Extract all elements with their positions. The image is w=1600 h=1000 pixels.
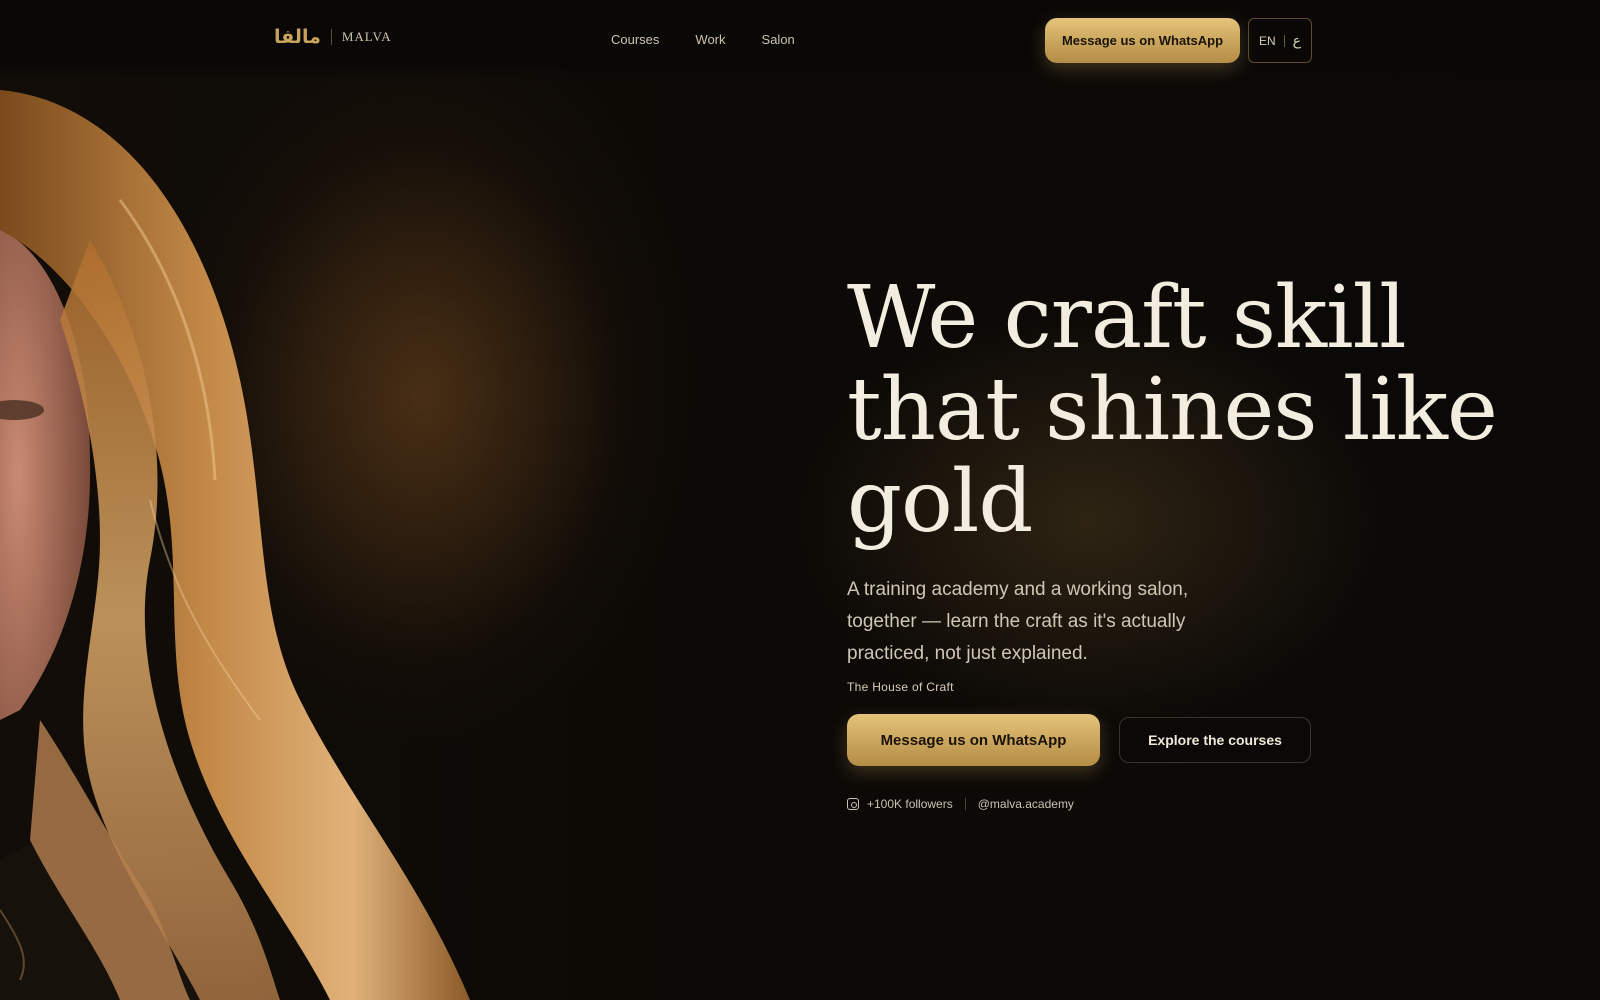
headline-line-2: that shines like <box>847 360 1498 460</box>
social-separator <box>964 798 966 810</box>
instagram-icon[interactable] <box>847 798 859 810</box>
main-nav: Courses Work Salon <box>611 32 795 47</box>
social-proof: +100K followers @malva.academy <box>847 797 1074 811</box>
hero-content: We craft skill that shines like gold A t… <box>847 272 1567 694</box>
headline-line-1: We craft skill <box>847 268 1407 368</box>
lang-en-option[interactable]: EN <box>1259 34 1276 48</box>
explore-courses-button[interactable]: Explore the courses <box>1119 717 1311 763</box>
hero-subtext: A training academy and a working salon, … <box>847 579 1189 664</box>
hero-cta-row: Message us on WhatsApp Explore the cours… <box>847 714 1311 766</box>
nav-item-work[interactable]: Work <box>695 32 725 47</box>
hero-whatsapp-button[interactable]: Message us on WhatsApp <box>847 714 1100 766</box>
instagram-handle-link[interactable]: @malva.academy <box>978 797 1074 811</box>
site-header: مالفا MALVA Courses Work Salon Message u… <box>0 0 1600 82</box>
hero-headline: We craft skill that shines like gold <box>847 272 1567 548</box>
brand-logo[interactable]: مالفا MALVA <box>274 26 392 48</box>
followers-count: +100K followers <box>867 797 953 811</box>
header-whatsapp-button[interactable]: Message us on WhatsApp <box>1045 18 1240 63</box>
logo-name: MALVA <box>341 29 392 44</box>
nav-item-salon[interactable]: Salon <box>762 32 795 47</box>
nav-item-courses[interactable]: Courses <box>611 32 659 47</box>
hero-portrait-image <box>0 80 740 1000</box>
headline-line-3: gold <box>847 452 1033 552</box>
lang-ar-option[interactable]: ع <box>1293 33 1301 49</box>
logo-arabic-text: مالفا <box>274 26 321 48</box>
logo-divider <box>330 29 332 45</box>
language-toggle[interactable]: EN ع <box>1248 18 1312 63</box>
lang-separator <box>1283 34 1285 47</box>
hero-tagline: The House of Craft <box>847 680 954 694</box>
